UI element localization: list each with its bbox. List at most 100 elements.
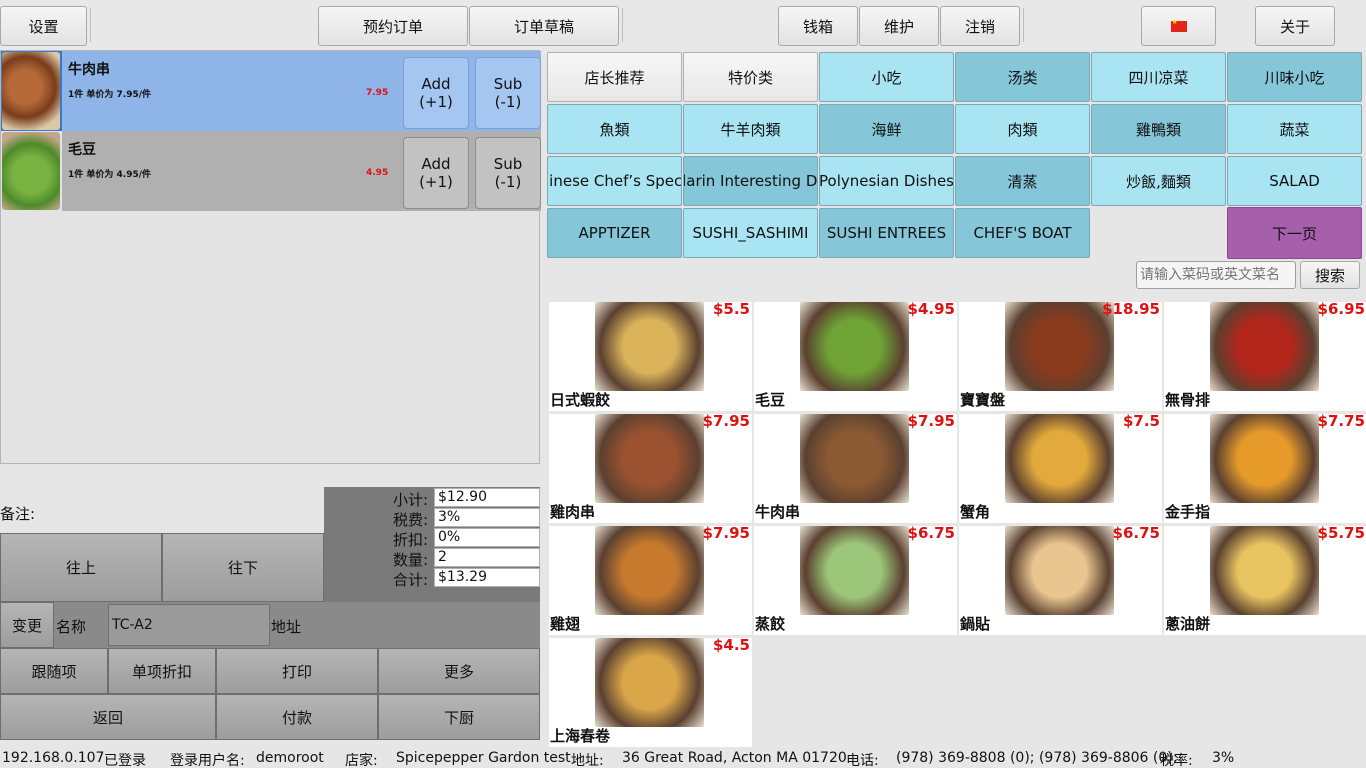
category-button[interactable]: SALAD: [1227, 156, 1362, 206]
dish-name: 金手指: [1165, 503, 1211, 521]
scroll-down-button[interactable]: 往下: [162, 533, 324, 602]
dish-name: 毛豆: [755, 391, 786, 409]
store-label: 店家:: [345, 753, 378, 768]
category-button[interactable]: Chinese Chef’s Special: [547, 156, 682, 206]
dish-name: 鍋貼: [960, 615, 991, 633]
maintenance-button[interactable]: 维护: [859, 6, 939, 46]
category-button[interactable]: SUSHI ENTREES: [819, 208, 954, 258]
dish-price: $4.95: [907, 300, 955, 318]
reservation-orders-button[interactable]: 预约订单: [318, 6, 468, 46]
order-item-info: 牛肉串 1件 单价为 7.95/件 7.95: [62, 51, 402, 131]
notes-label: 备注:: [0, 505, 36, 523]
dish-name: 牛肉串: [755, 503, 801, 521]
category-button[interactable]: APPTIZER: [547, 208, 682, 258]
category-button[interactable]: 海鲜: [819, 104, 954, 154]
category-button[interactable]: 川味小吃: [1227, 52, 1362, 102]
quantity-row: 数量: 2: [324, 548, 540, 569]
follow-items-button[interactable]: 跟随项: [0, 648, 108, 694]
order-drafts-button[interactable]: 订单草稿: [469, 6, 619, 46]
dish-search-input[interactable]: [1136, 261, 1296, 289]
category-button[interactable]: CHEF'S BOAT: [955, 208, 1090, 258]
logout-button[interactable]: 注销: [940, 6, 1020, 46]
order-item-name: 毛豆: [68, 142, 96, 158]
table-name-label: 名称: [56, 618, 87, 636]
about-button[interactable]: 关于: [1255, 6, 1335, 46]
category-button[interactable]: 店长推荐: [547, 52, 682, 102]
next-page-button[interactable]: 下一页: [1227, 207, 1362, 259]
dish-price: $7.95: [907, 412, 955, 430]
dish-card[interactable]: $4.5 上海春卷: [549, 636, 752, 747]
category-button[interactable]: Mandarin Interesting Dishes: [683, 156, 818, 206]
dish-card[interactable]: $7.95 雞翅: [549, 524, 752, 635]
subtract-one-button[interactable]: Sub (-1): [475, 137, 541, 209]
dish-price: $7.75: [1317, 412, 1365, 430]
back-button[interactable]: 返回: [0, 694, 216, 740]
dish-photo: [1005, 302, 1114, 391]
language-button[interactable]: [1141, 6, 1216, 46]
dish-card[interactable]: $6.75 鍋貼: [959, 524, 1162, 635]
address-label: 地址: [271, 618, 302, 636]
category-button[interactable]: 汤类: [955, 52, 1090, 102]
total-row: 合计: $13.29: [324, 568, 540, 589]
discount-value: 0%: [434, 528, 540, 547]
category-button[interactable]: 牛羊肉類: [683, 104, 818, 154]
dish-price: $6.75: [907, 524, 955, 542]
subtract-one-button[interactable]: Sub (-1): [475, 57, 541, 129]
scroll-up-button[interactable]: 往上: [0, 533, 162, 602]
order-item[interactable]: 牛肉串 1件 单价为 7.95/件 7.95 Add (+1) Sub (-1): [1, 51, 541, 131]
dish-photo: [595, 302, 704, 391]
category-button[interactable]: 魚類: [547, 104, 682, 154]
dish-card[interactable]: $6.75 蒸餃: [754, 524, 957, 635]
dish-card[interactable]: $7.5 蟹角: [959, 412, 1162, 523]
dish-card[interactable]: $4.95 毛豆: [754, 300, 957, 411]
phone-label: 电话:: [846, 753, 879, 768]
login-state: 已登录: [104, 753, 146, 768]
dish-card[interactable]: $6.95 無骨排: [1164, 300, 1366, 411]
category-button[interactable]: 特价类: [683, 52, 818, 102]
dish-card[interactable]: $18.95 寶寶盤: [959, 300, 1162, 411]
category-button[interactable]: 肉類: [955, 104, 1090, 154]
dish-card[interactable]: $5.5 日式蝦餃: [549, 300, 752, 411]
dish-card[interactable]: $7.95 牛肉串: [754, 412, 957, 523]
settings-button[interactable]: 设置: [0, 6, 87, 46]
dish-card[interactable]: $5.75 蔥油餅: [1164, 524, 1366, 635]
category-button[interactable]: 四川凉菜: [1091, 52, 1226, 102]
dish-card[interactable]: $7.75 金手指: [1164, 412, 1366, 523]
dish-name: 蟹角: [960, 503, 991, 521]
category-button[interactable]: 小吃: [819, 52, 954, 102]
tax-rate-label: 税率:: [1160, 753, 1193, 768]
dish-name: 蒸餃: [755, 615, 786, 633]
dish-photo: [800, 302, 909, 391]
dish-price: $5.75: [1317, 524, 1365, 542]
table-name-field[interactable]: TC-A2: [108, 604, 270, 646]
beef-skewer-thumbnail: [2, 52, 60, 130]
subtotal-value: $12.90: [434, 488, 540, 507]
category-button[interactable]: 清蒸: [955, 156, 1090, 206]
category-button[interactable]: 蔬菜: [1227, 104, 1362, 154]
dish-price: $4.5: [712, 636, 750, 654]
more-button[interactable]: 更多: [378, 648, 540, 694]
pay-button[interactable]: 付款: [216, 694, 378, 740]
add-one-button[interactable]: Add (+1): [403, 57, 469, 129]
order-item-price: 7.95: [366, 88, 389, 98]
category-button[interactable]: Polynesian Dishes: [819, 156, 954, 206]
order-item[interactable]: 毛豆 1件 单价为 4.95/件 4.95 Add (+1) Sub (-1): [1, 131, 541, 211]
store-address: 36 Great Road, Acton MA 01720: [622, 750, 847, 766]
dish-photo: [800, 526, 909, 615]
search-button[interactable]: 搜索: [1300, 261, 1360, 289]
category-button[interactable]: SUSHI_SASHIMI: [683, 208, 818, 258]
address-label: 地址:: [571, 753, 604, 768]
category-button[interactable]: 炒飯,麵類: [1091, 156, 1226, 206]
item-discount-button[interactable]: 单项折扣: [108, 648, 216, 694]
change-table-button[interactable]: 变更: [0, 602, 54, 648]
status-bar: 192.168.0.107 已登录 登录用户名: demoroot 店家: Sp…: [0, 748, 1366, 768]
dish-card[interactable]: $7.95 雞肉串: [549, 412, 752, 523]
category-button[interactable]: 雞鴨類: [1091, 104, 1226, 154]
add-one-button[interactable]: Add (+1): [403, 137, 469, 209]
print-button[interactable]: 打印: [216, 648, 378, 694]
edamame-thumbnail: [2, 132, 60, 210]
ip-address: 192.168.0.107: [2, 750, 105, 766]
cash-drawer-button[interactable]: 钱箱: [778, 6, 858, 46]
send-to-kitchen-button[interactable]: 下厨: [378, 694, 540, 740]
dish-price: $5.5: [712, 300, 750, 318]
